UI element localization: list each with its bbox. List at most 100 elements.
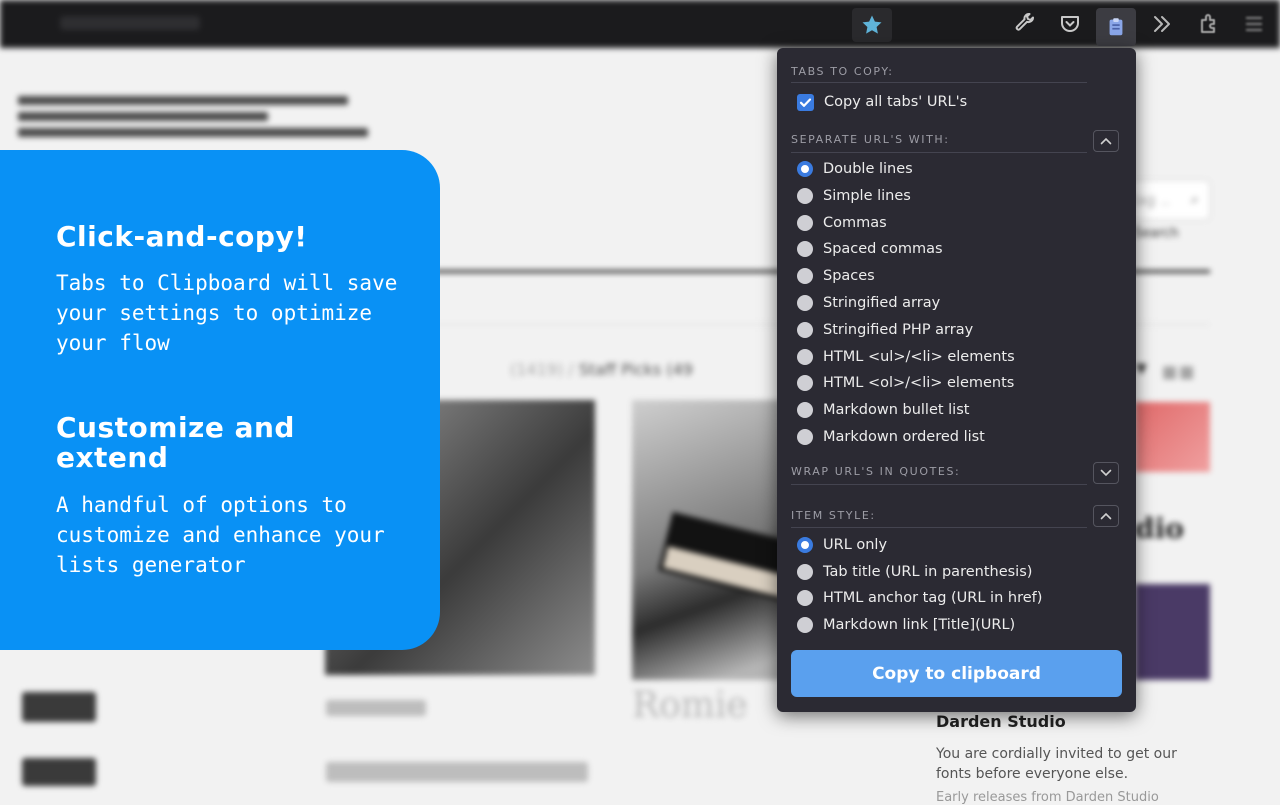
section-label-item-style: ITEM STYLE: <box>791 509 876 522</box>
item-style-option[interactable]: HTML anchor tag (URL in href) <box>797 587 1042 609</box>
promo-body-settings: Tabs to Clipboard will save your setting… <box>56 271 398 355</box>
separator-option[interactable]: Markdown bullet list <box>797 399 969 421</box>
item-style-option[interactable]: Tab title (URL in parenthesis) <box>797 561 1032 583</box>
section-label-separate: SEPARATE URL'S WITH: <box>791 133 950 146</box>
item-style-label: HTML anchor tag (URL in href) <box>823 590 1043 607</box>
darden-studio-more: Early releases from Darden Studio <box>936 790 1159 805</box>
extensions-icon[interactable] <box>1197 12 1221 36</box>
section-divider <box>791 152 1087 153</box>
collapse-item-style-button[interactable] <box>1093 505 1119 527</box>
separator-label: Commas <box>823 214 887 231</box>
wrench-icon[interactable] <box>1013 12 1037 36</box>
browser-toolbar-bg <box>0 0 1280 48</box>
item-style-radio[interactable] <box>797 616 813 633</box>
grid-view-icon[interactable]: ▦▦ <box>1162 362 1196 381</box>
separator-radio[interactable] <box>797 375 813 392</box>
chevron-down-icon <box>1100 469 1112 477</box>
bookmark-slot[interactable] <box>852 8 892 42</box>
extension-popup: TABS TO COPY: Copy all tabs' URL's SEPAR… <box>777 48 1136 712</box>
sort-caret-icon[interactable]: ▼ <box>1136 361 1147 377</box>
pocket-icon[interactable] <box>1058 12 1082 36</box>
separator-option[interactable]: Stringified PHP array <box>797 319 973 341</box>
separator-label: Spaced commas <box>823 241 943 258</box>
checkmark-icon <box>799 97 812 107</box>
separator-radio[interactable] <box>797 268 813 285</box>
tabs-to-clipboard-button[interactable] <box>1096 8 1136 46</box>
separator-label: HTML <ul>/<li> elements <box>823 348 1015 365</box>
section-divider <box>791 82 1087 83</box>
item-style-radio[interactable] <box>797 590 813 607</box>
section-divider <box>791 484 1087 485</box>
star-icon[interactable] <box>860 13 884 37</box>
separator-label: Stringified array <box>823 295 941 311</box>
card-title-serif: Romie <box>632 685 748 726</box>
separator-label: Simple lines <box>823 187 911 204</box>
separator-radio[interactable] <box>797 402 813 419</box>
separator-radio[interactable] <box>797 348 813 365</box>
promo-heading-click-and-copy: Click-and-copy! <box>56 220 308 253</box>
separator-label: Double lines <box>823 161 913 177</box>
separator-label: HTML <ol>/<li> elements <box>823 375 1015 392</box>
separator-option[interactable]: Double lines <box>797 158 913 180</box>
breadcrumb-muted: (1419) / <box>510 360 574 379</box>
breadcrumb-current: Staff Picks (49 <box>578 360 693 379</box>
promo-card: Click-and-copy! Tabs to Clipboard will s… <box>0 150 440 650</box>
product-image-4 <box>1135 584 1210 680</box>
separator-radio[interactable] <box>797 214 813 231</box>
separator-option[interactable]: Simple lines <box>797 185 911 207</box>
copy-all-tabs-option[interactable]: Copy all tabs' URL's <box>797 91 967 113</box>
separator-option[interactable]: HTML <ul>/<li> elements <box>797 346 1015 368</box>
section-divider <box>791 527 1087 528</box>
breadcrumb: (1419) / Staff Picks (49 <box>510 360 693 379</box>
expand-wrap-quotes-button[interactable] <box>1093 462 1119 484</box>
collapse-separate-button[interactable] <box>1093 130 1119 152</box>
separator-label: Spaces <box>823 268 875 285</box>
item-style-label: Tab title (URL in parenthesis) <box>823 563 1033 580</box>
item-style-radio[interactable] <box>797 563 813 580</box>
separator-option[interactable]: Markdown ordered list <box>797 426 985 448</box>
separator-label: Markdown bullet list <box>823 402 970 419</box>
separator-option[interactable]: Spaces <box>797 265 875 287</box>
separator-radio[interactable] <box>797 321 813 338</box>
item-style-label: URL only <box>823 537 888 553</box>
separator-option[interactable]: Commas <box>797 212 887 234</box>
copy-all-tabs-label: Copy all tabs' URL's <box>824 94 968 110</box>
chevrons-right-icon[interactable] <box>1150 12 1174 36</box>
item-style-option[interactable]: Markdown link [Title](URL) <box>797 614 1015 636</box>
site-search-placeholder: tag .. <box>1131 191 1170 209</box>
blurred-block <box>22 758 96 786</box>
site-logo <box>18 96 368 138</box>
darden-studio-title: Darden Studio <box>936 712 1066 731</box>
separator-radio[interactable] <box>797 161 813 177</box>
promo-body-options: A handful of options to customize and en… <box>56 493 385 577</box>
separator-label: Stringified PHP array <box>823 321 974 338</box>
separator-radio[interactable] <box>797 429 813 445</box>
separator-radio[interactable] <box>797 187 813 204</box>
separator-radio[interactable] <box>797 295 813 311</box>
feature-title-fragment: dio <box>1135 512 1184 545</box>
separator-option[interactable]: HTML <ol>/<li> elements <box>797 372 1014 394</box>
tab-strip-blur <box>60 16 200 30</box>
copy-to-clipboard-button[interactable]: Copy to clipboard <box>791 650 1122 697</box>
menu-icon[interactable] <box>1242 12 1266 36</box>
blurred-block <box>326 700 426 716</box>
darden-studio-description: You are cordially invited to get our fon… <box>936 746 1177 782</box>
separator-radio[interactable] <box>797 241 813 258</box>
copy-all-tabs-checkbox[interactable] <box>797 93 814 111</box>
item-style-option[interactable]: URL only <box>797 534 887 556</box>
separator-option[interactable]: Stringified array <box>797 292 940 314</box>
tabs-to-clipboard-icon[interactable] <box>1105 16 1127 38</box>
item-style-radio[interactable] <box>797 537 813 553</box>
search-icon: ⌕ <box>1190 190 1199 208</box>
section-label-wrap-quotes: WRAP URL'S IN QUOTES: <box>791 465 961 478</box>
item-style-label: Markdown link [Title](URL) <box>823 616 1016 633</box>
product-image-3 <box>1135 402 1210 472</box>
blurred-block <box>22 692 96 722</box>
separator-label: Markdown ordered list <box>823 429 985 445</box>
site-search-label: Search <box>1134 226 1179 241</box>
chevron-up-icon <box>1100 137 1112 145</box>
blurred-block <box>326 762 588 782</box>
promo-heading-customize: Customize and extend <box>56 411 295 474</box>
section-label-tabs-to-copy: TABS TO COPY: <box>791 65 894 78</box>
separator-option[interactable]: Spaced commas <box>797 238 943 260</box>
